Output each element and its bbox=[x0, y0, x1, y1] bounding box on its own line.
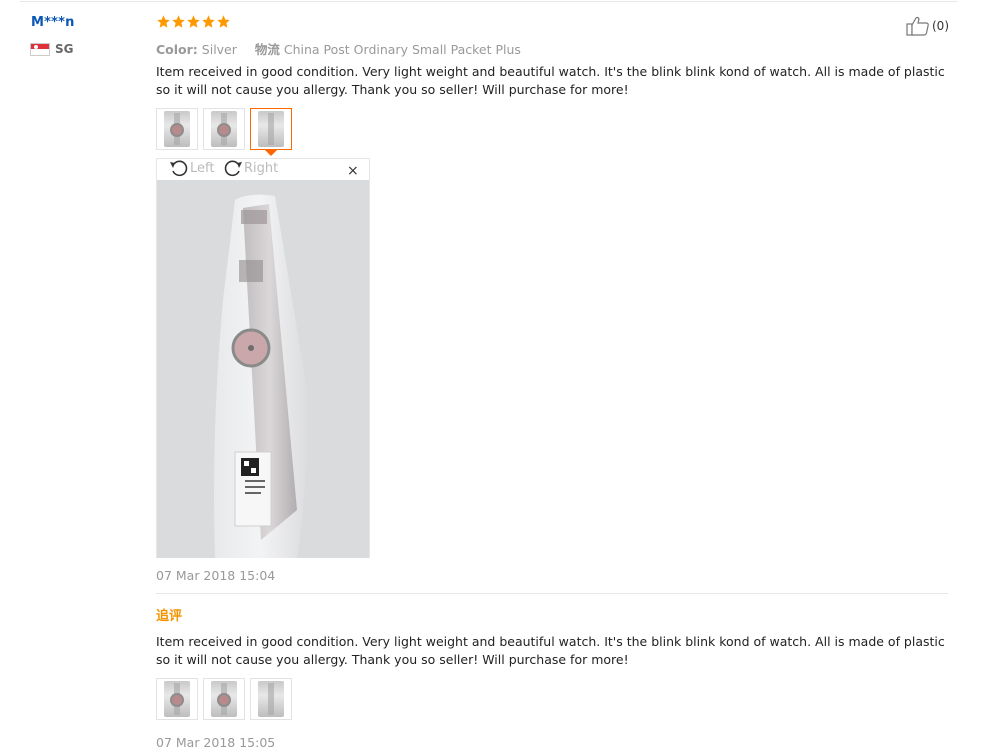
thumbs-up-icon bbox=[906, 16, 929, 36]
photo-thumbnail-active[interactable] bbox=[250, 108, 292, 150]
country-code: SG bbox=[55, 42, 74, 56]
photo-thumbnail[interactable] bbox=[203, 678, 245, 720]
helpful-count: (0) bbox=[932, 19, 949, 33]
star-icon bbox=[172, 15, 185, 28]
star-icon bbox=[217, 15, 230, 28]
viewer-toolbar: Left Right × bbox=[157, 159, 369, 180]
photo-thumbnail[interactable] bbox=[156, 108, 198, 150]
shipping-value: China Post Ordinary Small Packet Plus bbox=[283, 42, 521, 57]
followup-text: Item received in good condition. Very li… bbox=[156, 634, 945, 667]
close-viewer-button[interactable]: × bbox=[347, 163, 359, 179]
review-date: 07 Mar 2018 15:04 bbox=[156, 568, 276, 583]
watch-photo bbox=[157, 180, 369, 558]
rotate-right-button[interactable]: Right bbox=[223, 159, 278, 177]
followup-divider bbox=[156, 593, 948, 594]
rotate-right-label: Right bbox=[244, 160, 279, 176]
rotate-left-button[interactable]: Left bbox=[169, 159, 214, 177]
photo-thumbnail[interactable] bbox=[203, 108, 245, 150]
followup-title: 追评 bbox=[156, 609, 183, 624]
photo-viewer: Left Right × bbox=[156, 158, 370, 558]
rotate-left-label: Left bbox=[190, 160, 215, 176]
followup-date: 07 Mar 2018 15:05 bbox=[156, 735, 276, 750]
singapore-flag-icon bbox=[30, 42, 50, 56]
reviewer-country: SG bbox=[30, 42, 74, 56]
star-rating bbox=[156, 14, 231, 29]
review-photos bbox=[156, 108, 292, 150]
photo-thumbnail[interactable] bbox=[156, 678, 198, 720]
color-label: Color: bbox=[156, 42, 198, 57]
review-meta: Color: Silver 物流 China Post Ordinary Sma… bbox=[156, 39, 535, 58]
top-divider bbox=[20, 1, 958, 2]
helpful-button[interactable]: (0) bbox=[906, 16, 949, 36]
reviewer-name[interactable]: M***n bbox=[31, 15, 75, 30]
rotate-right-icon bbox=[224, 160, 242, 177]
review-text: Item received in good condition. Very li… bbox=[156, 64, 945, 97]
star-icon bbox=[202, 15, 215, 28]
color-value: Silver bbox=[201, 42, 237, 57]
watch-in-bag-image bbox=[157, 180, 369, 558]
active-thumbnail-pointer bbox=[265, 150, 277, 156]
rotate-left-icon bbox=[170, 160, 188, 177]
star-icon bbox=[157, 15, 170, 28]
shipping-label: 物流 bbox=[254, 42, 280, 57]
star-icon bbox=[187, 15, 200, 28]
photo-thumbnail[interactable] bbox=[250, 678, 292, 720]
followup-photos bbox=[156, 678, 292, 720]
